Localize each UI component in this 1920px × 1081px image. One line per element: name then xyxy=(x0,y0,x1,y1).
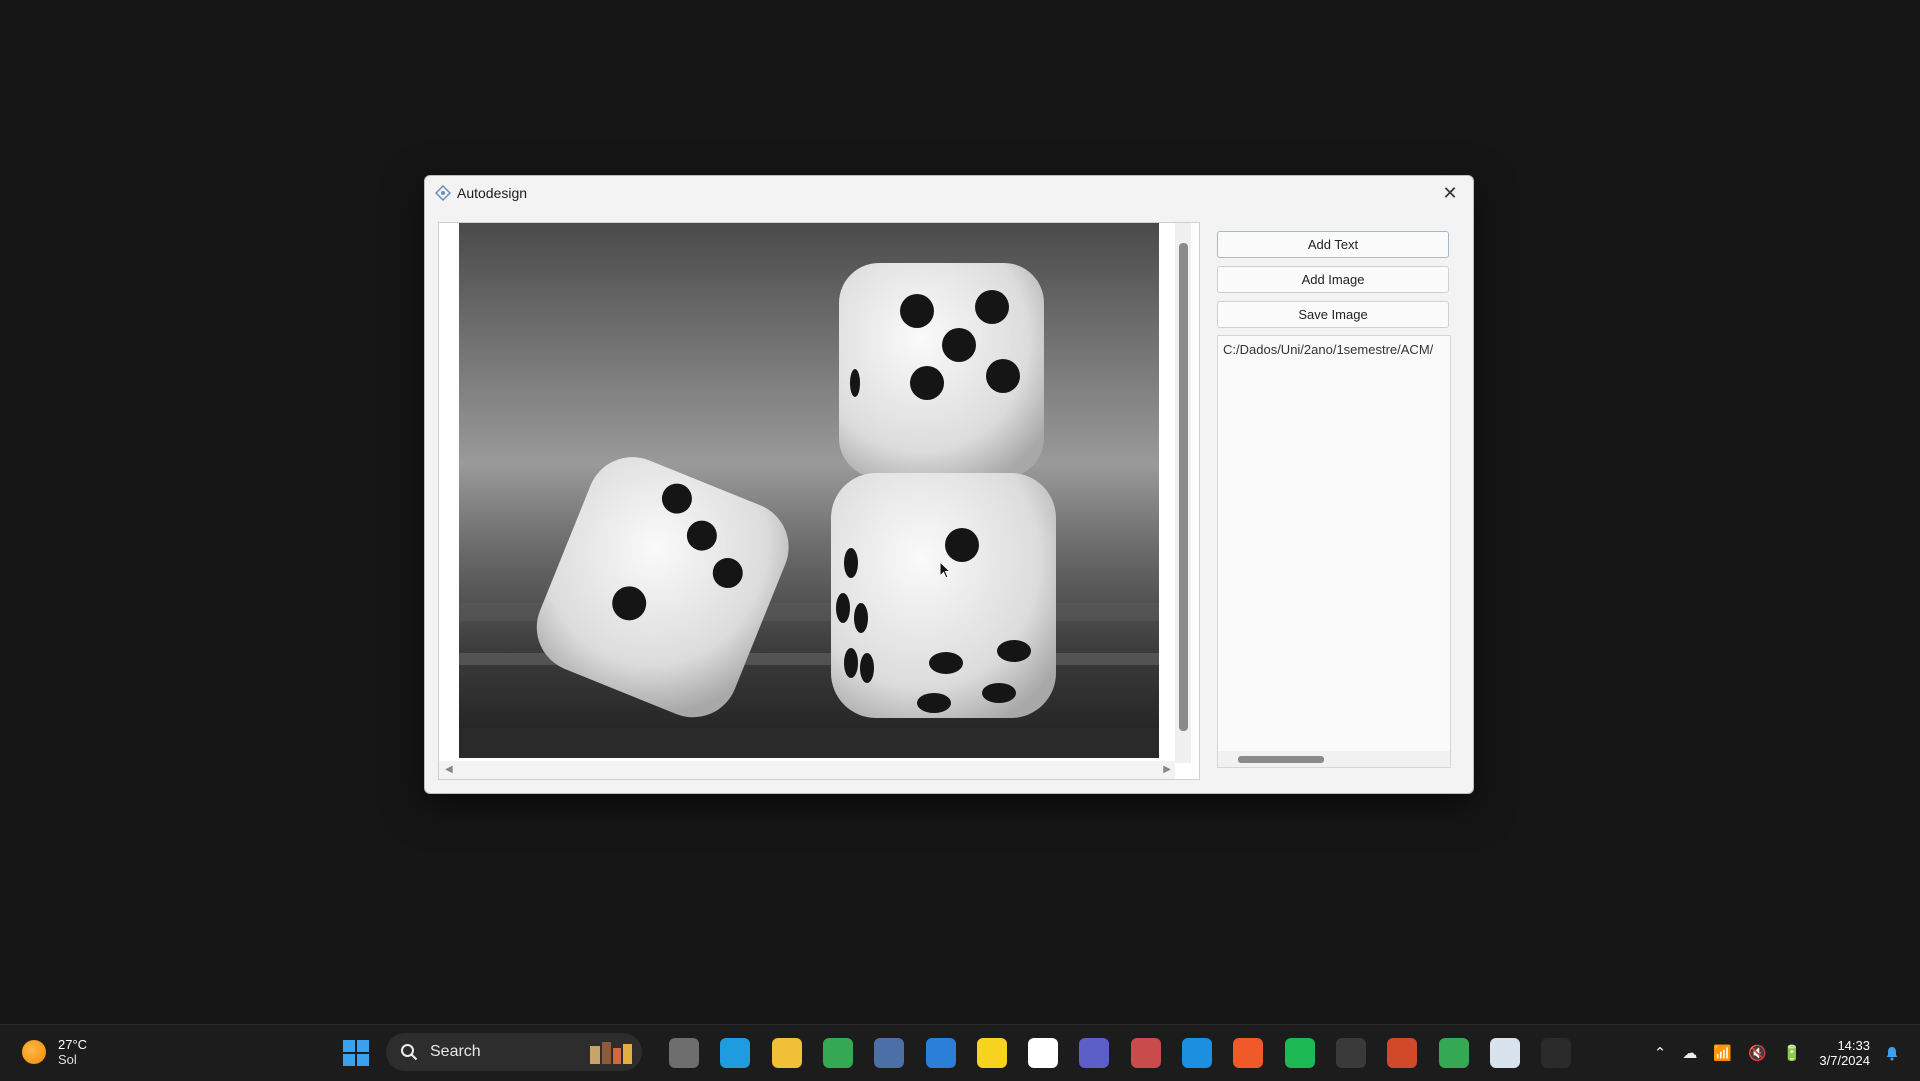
notification-bell-icon[interactable] xyxy=(1884,1045,1900,1061)
close-button[interactable]: ✕ xyxy=(1433,178,1467,208)
canvas-vertical-scrollbar-thumb[interactable] xyxy=(1179,243,1188,731)
side-panel: Add Text Add Image Save Image C:/Dados/U… xyxy=(1217,231,1451,776)
sun-icon xyxy=(22,1040,46,1064)
sticky-notes-icon[interactable] xyxy=(977,1038,1007,1068)
autodesign-window: Autodesign ✕ ◀ ▶ Add Text Add Image Save… xyxy=(424,175,1474,794)
onedrive-cloud-icon[interactable]: ☁ xyxy=(1682,1044,1697,1062)
snipping-tool-icon[interactable] xyxy=(1131,1038,1161,1068)
edge-icon[interactable] xyxy=(720,1038,750,1068)
system-tray: ⌃ ☁ 📶 🔇 🔋 14:33 3/7/2024 xyxy=(1646,1025,1900,1081)
clock-date: 3/7/2024 xyxy=(1819,1053,1870,1068)
calculator-icon[interactable] xyxy=(874,1038,904,1068)
title-bar[interactable]: Autodesign ✕ xyxy=(425,176,1473,210)
file-list[interactable]: C:/Dados/Uni/2ano/1semestre/ACM/ xyxy=(1217,335,1451,768)
wifi-icon[interactable]: 📶 xyxy=(1713,1044,1732,1062)
search-icon xyxy=(401,1044,418,1061)
scroll-right-arrow-icon[interactable]: ▶ xyxy=(1163,764,1171,775)
teams-icon[interactable] xyxy=(1079,1038,1109,1068)
add-image-button[interactable]: Add Image xyxy=(1217,266,1449,293)
chrome-profile-icon[interactable] xyxy=(1439,1038,1469,1068)
list-horizontal-scrollbar[interactable] xyxy=(1218,751,1450,767)
obs-icon[interactable] xyxy=(1541,1038,1571,1068)
vscode-icon[interactable] xyxy=(1182,1038,1212,1068)
powerpoint-icon[interactable] xyxy=(1387,1038,1417,1068)
canvas-horizontal-scrollbar[interactable]: ◀ ▶ xyxy=(439,761,1175,779)
battery-icon[interactable]: 🔋 xyxy=(1783,1044,1802,1062)
chrome-icon[interactable] xyxy=(823,1038,853,1068)
weather-description: Sol xyxy=(58,1052,77,1067)
list-horizontal-scrollbar-thumb[interactable] xyxy=(1238,756,1324,763)
chevron-up-icon[interactable]: ⌃ xyxy=(1654,1044,1667,1062)
search-highlight-art-icon xyxy=(590,1042,632,1064)
clock-time: 14:33 xyxy=(1837,1038,1870,1053)
taskbar: 27°C Sol Search ⌃ ☁ 📶 🔇 🔋 14:33 3/7/2024 xyxy=(0,1024,1920,1081)
windows-start-icon[interactable] xyxy=(342,1039,370,1067)
file-explorer-icon[interactable] xyxy=(772,1038,802,1068)
acm-app-icon[interactable] xyxy=(1490,1038,1520,1068)
notion-icon[interactable] xyxy=(1028,1038,1058,1068)
taskbar-search-box[interactable]: Search xyxy=(386,1033,642,1071)
canvas-area[interactable]: ◀ ▶ xyxy=(438,222,1200,780)
clock[interactable]: 14:33 3/7/2024 xyxy=(1819,1038,1870,1068)
list-item[interactable]: C:/Dados/Uni/2ano/1semestre/ACM/ xyxy=(1223,342,1445,357)
weather-widget[interactable]: 27°C Sol xyxy=(22,1037,87,1067)
spotify-icon[interactable] xyxy=(1285,1038,1315,1068)
search-placeholder: Search xyxy=(430,1043,481,1060)
window-title: Autodesign xyxy=(457,185,528,201)
add-text-button[interactable]: Add Text xyxy=(1217,231,1449,258)
brave-icon[interactable] xyxy=(1233,1038,1263,1068)
canvas-vertical-scrollbar[interactable] xyxy=(1175,223,1191,763)
mouse-pointer-icon xyxy=(939,561,951,579)
dice-photo xyxy=(459,223,1159,758)
scroll-left-arrow-icon[interactable]: ◀ xyxy=(445,764,453,775)
autodesign-app-icon xyxy=(435,185,451,201)
save-image-button[interactable]: Save Image xyxy=(1217,301,1449,328)
microsoft-store-icon[interactable] xyxy=(926,1038,956,1068)
volume-muted-icon[interactable]: 🔇 xyxy=(1748,1044,1767,1062)
terminal-icon[interactable] xyxy=(1336,1038,1366,1068)
weather-temperature: 27°C xyxy=(58,1037,88,1052)
task-view-icon[interactable] xyxy=(669,1038,699,1068)
